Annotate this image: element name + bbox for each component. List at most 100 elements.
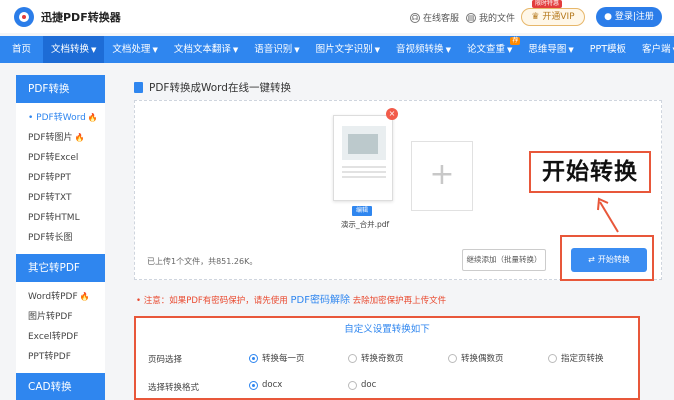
vip-promo-badge: 限时特惠 [532,0,563,8]
radio-icon [548,353,557,363]
radio-icon [348,353,357,363]
nav-doc-process-label: 文档处理 [112,44,151,55]
sidebar-item-label: PDF转TXT [28,193,72,203]
nav-speech[interactable]: 语音识别 ▼ [246,36,307,63]
sidebar-head-other[interactable]: 其它转PDF [16,254,105,282]
sidebar-item-pdf-to-excel[interactable]: PDF转Excel [16,148,105,168]
option-even-pages[interactable]: 转换偶数页 [448,352,504,364]
sidebar-item-label: PDF转HTML [28,213,80,223]
nav-translate[interactable]: 文档文本翻译 ▼ [166,36,246,63]
continue-add-button[interactable]: 继续添加（批量转换） [462,249,546,271]
pdf-unlock-link[interactable]: PDF密码解除 [290,295,349,306]
sidebar-item-pdf-to-word[interactable]: • PDF转Word 🔥 [16,108,105,128]
settings-panel: 自定义设置转换如下 页码选择 转换每一页 转换奇数页 转换偶数页 指定页转换 选… [134,316,640,400]
online-service-link[interactable]: ☊ 在线客服 [410,11,459,24]
page-title: PDF转换成Word在线一键转换 [134,80,291,95]
sidebar-head-pdf[interactable]: PDF转换 [16,75,105,103]
nav-doc-process[interactable]: 文档处理 ▼ [104,36,165,63]
sidebar-item-label: PDF转图片 [28,133,73,143]
nav-client[interactable]: 客户端▼ [634,36,674,63]
fire-icon: 🔥 [87,113,98,122]
edit-file-button[interactable]: 编辑 [352,206,372,216]
login-label: 登录|注册 [614,12,654,22]
nav-av-convert[interactable]: 音视频转换 ▼ [388,36,459,63]
sidebar-item-label: Word转PDF [28,292,78,302]
vip-button[interactable]: ♛ 开通VIP [521,8,585,26]
sidebar-item-pdf-to-long-image[interactable]: PDF转长图 [16,228,105,248]
nav-ocr-label: 图片文字识别 [315,44,373,55]
delete-file-icon[interactable]: × [386,108,398,120]
format-label: 选择转换格式 [148,383,200,393]
headset-icon: ☊ [410,12,420,23]
nav-av-convert-label: 音视频转换 [396,44,444,55]
radio-icon [348,380,357,390]
sidebar-other-list: Word转PDF 🔥 图片转PDF Excel转PDF PPT转PDF [16,282,105,373]
note-suffix: 去除加密保护再上传文件 [352,296,447,306]
nav-ppt[interactable]: PPT模板 [582,36,634,63]
option-label: doc [361,380,377,390]
callout-label: 开始转换 [529,151,651,193]
file-preview-image [342,126,386,160]
chevron-down-icon: ▼ [232,46,239,54]
start-button-highlight [560,235,654,281]
chevron-down-icon: ▼ [445,46,451,54]
password-note: • 注意：如果PDF有密码保护，请先使用 PDF密码解除 去除加密保护再上传文件 [136,291,446,306]
logo[interactable]: 迅捷PDF转换器 [14,7,121,27]
file-icon: ▤ [466,12,476,23]
page-title-text: PDF转换成Word在线一键转换 [149,82,291,94]
sidebar-item-label: 图片转PDF [28,312,73,322]
sidebar-item-label: PDF转Excel [28,153,79,163]
nav-ocr[interactable]: 图片文字识别 ▼ [308,36,388,63]
radio-selected-icon [249,353,258,363]
option-every-page[interactable]: 转换每一页 [249,352,305,364]
nav-mindmap-label: 思维导图 [528,44,567,55]
sidebar-head-cad[interactable]: CAD转换 [16,373,105,400]
option-docx[interactable]: docx [249,380,282,390]
radio-selected-icon [249,380,258,390]
crown-icon: ♛ [531,12,543,22]
sidebar-item-label: PDF转长图 [28,233,73,243]
upload-status: 已上传1个文件，共851.26K。 [147,257,258,266]
chevron-down-icon: ▼ [152,46,158,54]
sidebar-item-word-to-pdf[interactable]: Word转PDF 🔥 [16,287,105,307]
main-nav: 首页 文档转换 ▼ 文档处理 ▼ 文档文本翻译 ▼ 语音识别 ▼ 图片文字识别 ▼ 音视频… [0,36,674,63]
chevron-down-icon: ▼ [568,46,574,54]
sidebar-item-pdf-to-txt[interactable]: PDF转TXT [16,188,105,208]
option-label: 转换偶数页 [461,354,504,364]
nav-translate-label: 文档文本翻译 [173,44,231,55]
nav-plagiarism[interactable]: 论文查重 ▼ 荐 [459,36,521,63]
file-thumbnail[interactable] [333,115,393,201]
sidebar-pdf-list: • PDF转Word 🔥 PDF转图片 🔥 PDF转Excel PDF转PPT PD… [16,103,105,254]
option-doc[interactable]: doc [348,380,376,390]
fire-icon: 🔥 [79,292,90,301]
nav-plagiarism-label: 论文查重 [466,44,505,55]
option-label: docx [262,380,283,390]
nav-doc-convert[interactable]: 文档转换 ▼ [43,36,105,63]
sidebar-item-pdf-to-ppt[interactable]: PDF转PPT [16,168,105,188]
settings-title: 自定义设置转换如下 [344,324,430,335]
recommend-badge: 荐 [510,37,521,45]
nav-ppt-label: PPT模板 [589,44,627,55]
page-range-label: 页码选择 [148,355,183,365]
top-header: 迅捷PDF转换器 ☊ 在线客服 ▤ 我的文件 ♛ 开通VIP 限时特惠 ● 登录… [0,0,674,33]
logo-icon [14,7,34,27]
sidebar-item-pdf-to-html[interactable]: PDF转HTML [16,208,105,228]
file-preview-lines [342,166,386,168]
my-files-link[interactable]: ▤ 我的文件 [466,11,515,24]
login-button[interactable]: ● 登录|注册 [596,7,662,27]
option-label: 转换每一页 [262,354,305,364]
nav-mindmap[interactable]: 思维导图 ▼ [520,36,581,63]
vip-label: 开通VIP [542,12,575,22]
nav-home[interactable]: 首页 [0,36,43,63]
online-service-label: 在线客服 [423,14,460,24]
add-file-button[interactable]: + [411,141,473,211]
sidebar-item-ppt-to-pdf[interactable]: PPT转PDF [16,347,105,367]
sidebar-item-label: PDF转Word [36,113,86,123]
option-specific-pages[interactable]: 指定页转换 [548,352,604,364]
option-label: 转换奇数页 [361,354,404,364]
sidebar-item-image-to-pdf[interactable]: 图片转PDF [16,307,105,327]
sidebar-item-pdf-to-image[interactable]: PDF转图片 🔥 [16,128,105,148]
sidebar-item-excel-to-pdf[interactable]: Excel转PDF [16,327,105,347]
fire-icon: 🔥 [74,133,85,142]
option-odd-pages[interactable]: 转换奇数页 [348,352,404,364]
